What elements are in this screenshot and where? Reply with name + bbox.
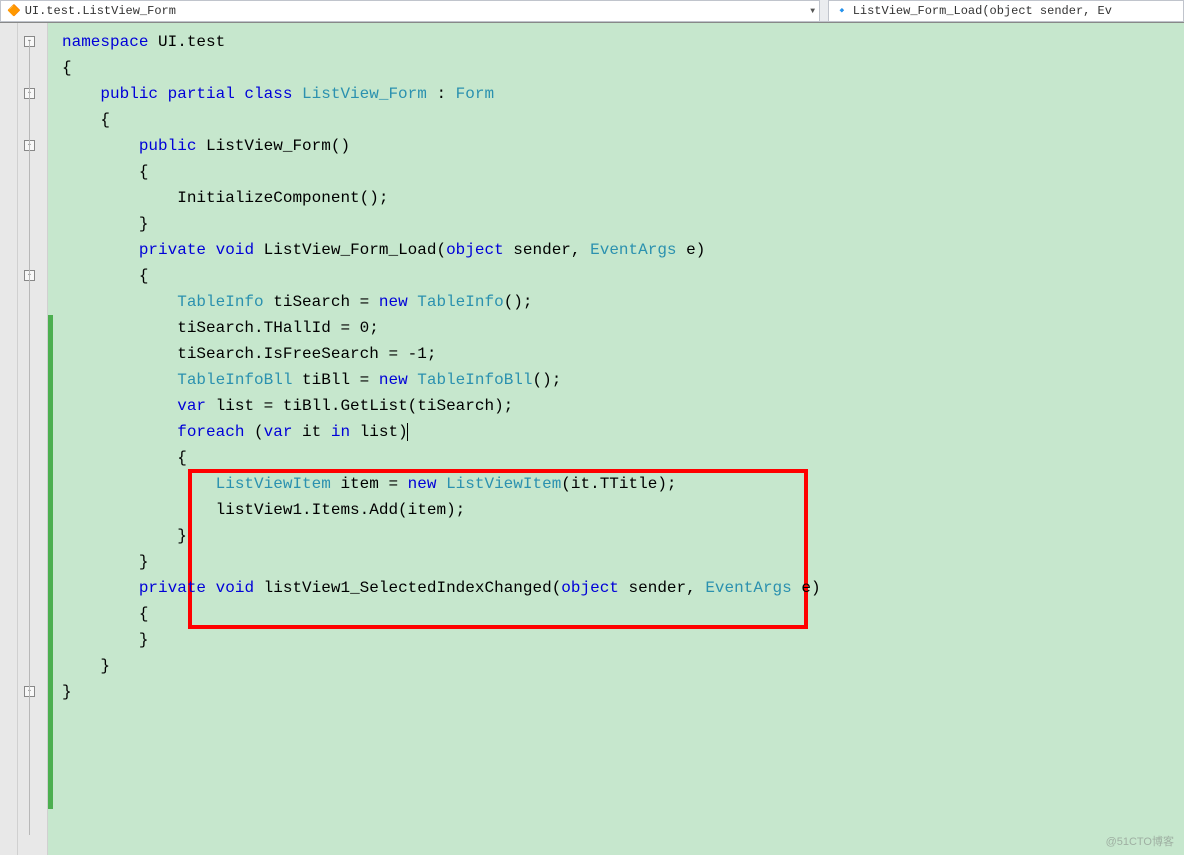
code-line[interactable]: } [48, 211, 1184, 237]
chevron-down-icon: ▼ [810, 7, 815, 16]
code-line[interactable]: tiSearch.THallId = 0; [48, 315, 1184, 341]
code-line[interactable]: { [48, 107, 1184, 133]
code-line[interactable]: listView1.Items.Add(item); [48, 497, 1184, 523]
code-line[interactable]: ListViewItem item = new ListViewItem(it.… [48, 471, 1184, 497]
code-line[interactable]: private void ListView_Form_Load(object s… [48, 237, 1184, 263]
code-area[interactable]: namespace UI.test{ public partial class … [48, 23, 1184, 855]
code-line[interactable]: public partial class ListView_Form : For… [48, 81, 1184, 107]
code-line[interactable]: { [48, 159, 1184, 185]
class-selector-dropdown[interactable]: 🔶 UI.test.ListView_Form ▼ [0, 0, 820, 21]
change-indicator-bar [48, 315, 53, 809]
code-line[interactable]: namespace UI.test [48, 29, 1184, 55]
code-line[interactable]: } [48, 627, 1184, 653]
navigation-bar: 🔶 UI.test.ListView_Form ▼ 🔹 ListView_For… [0, 0, 1184, 22]
code-line[interactable]: private void listView1_SelectedIndexChan… [48, 575, 1184, 601]
code-line[interactable]: } [48, 523, 1184, 549]
nav-separator [820, 0, 828, 21]
code-line[interactable]: TableInfo tiSearch = new TableInfo(); [48, 289, 1184, 315]
code-line[interactable]: { [48, 445, 1184, 471]
code-editor[interactable]: ----- namespace UI.test{ public partial … [0, 22, 1184, 855]
code-line[interactable]: InitializeComponent(); [48, 185, 1184, 211]
code-line[interactable]: } [48, 549, 1184, 575]
class-icon: 🔶 [7, 4, 21, 18]
code-line[interactable]: { [48, 263, 1184, 289]
code-line[interactable]: foreach (var it in list) [48, 419, 1184, 445]
watermark-text: @51CTO博客 [1106, 833, 1174, 849]
code-line[interactable]: TableInfoBll tiBll = new TableInfoBll(); [48, 367, 1184, 393]
code-line[interactable]: var list = tiBll.GetList(tiSearch); [48, 393, 1184, 419]
method-icon: 🔹 [835, 4, 849, 18]
outline-gutter[interactable]: ----- [18, 23, 48, 855]
code-line[interactable]: tiSearch.IsFreeSearch = -1; [48, 341, 1184, 367]
code-line[interactable]: { [48, 601, 1184, 627]
outline-guide-line [29, 41, 30, 835]
code-line[interactable]: } [48, 679, 1184, 705]
member-selector-label: ListView_Form_Load(object sender, Ev [853, 4, 1112, 18]
code-line[interactable]: { [48, 55, 1184, 81]
code-line[interactable]: } [48, 653, 1184, 679]
class-selector-label: UI.test.ListView_Form [25, 4, 176, 18]
member-selector-dropdown[interactable]: 🔹 ListView_Form_Load(object sender, Ev [828, 0, 1184, 21]
code-line[interactable]: public ListView_Form() [48, 133, 1184, 159]
breakpoint-margin[interactable] [0, 23, 18, 855]
